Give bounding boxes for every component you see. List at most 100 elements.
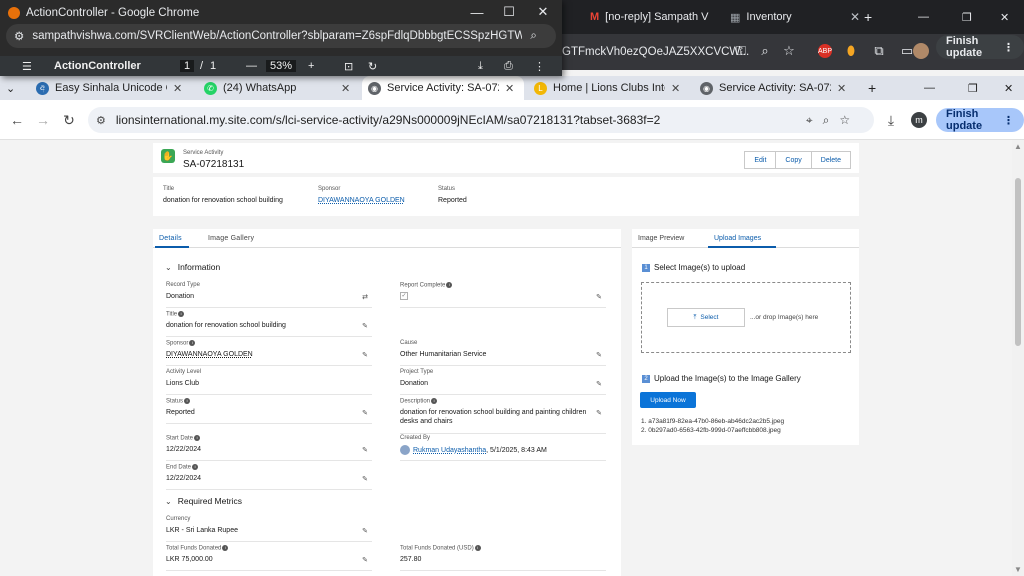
minimize-icon[interactable]: — [462, 2, 492, 22]
created-by-link[interactable]: Rukman Udayashantha [413, 447, 486, 454]
info-icon[interactable]: i [431, 398, 438, 404]
image-dropzone[interactable]: ⤒ Select ...or drop Image(s) here [641, 282, 851, 353]
popup-address-bar[interactable]: ⚙ sampathvishwa.com/SVRClientWeb/ActionC… [6, 24, 556, 48]
edit-pencil-icon[interactable]: ✎ [596, 409, 602, 417]
info-icon[interactable]: i [184, 398, 191, 404]
zoom-icon[interactable]: ⌕ [754, 40, 776, 62]
edit-button[interactable]: Edit [744, 151, 777, 169]
background-finish-update-button[interactable]: Finish update ⋮ [936, 35, 1024, 59]
tab-details[interactable]: Details [159, 235, 182, 242]
scroll-down-icon[interactable]: ▼ [1014, 565, 1022, 574]
info-icon[interactable]: i [474, 545, 481, 551]
page-number-input[interactable]: 1 [180, 60, 195, 72]
sponsor-link[interactable]: DIYAWANNAOYA GOLDEN [318, 197, 405, 204]
edit-pencil-icon[interactable]: ✎ [596, 293, 602, 301]
zoom-level[interactable]: 53% [266, 60, 297, 72]
section-information[interactable]: ⌄ Information [165, 262, 220, 272]
tab-service-activity-active[interactable]: ◉ Service Activity: SA-0721813 ✕ [362, 76, 524, 100]
edit-pencil-icon[interactable]: ✎ [362, 322, 368, 330]
close-window-icon[interactable]: ✕ [528, 2, 558, 22]
info-icon[interactable]: i [189, 340, 196, 346]
maximize-icon[interactable]: ☐ [494, 2, 524, 22]
edit-pencil-icon[interactable]: ✎ [362, 556, 368, 564]
back-arrow-icon[interactable]: ← [6, 109, 28, 131]
close-icon[interactable]: ✕ [837, 82, 846, 95]
new-tab-icon[interactable]: + [862, 76, 882, 100]
edit-pencil-icon[interactable]: ✎ [362, 351, 368, 359]
rotate-icon[interactable]: ↻ [368, 60, 377, 73]
edit-pencil-icon[interactable]: ✎ [596, 351, 602, 359]
finish-update-button[interactable]: Finish update ⋮ [936, 108, 1024, 132]
select-files-button[interactable]: ⤒ Select [667, 308, 745, 327]
bookmark-star-icon[interactable]: ☆ [778, 40, 800, 62]
close-icon[interactable]: ✕ [505, 82, 514, 95]
sponsor-link[interactable]: DIYAWANNAOYA GOLDEN [166, 350, 253, 359]
download-icon[interactable]: ⤓ [880, 109, 902, 131]
zoom-in-icon[interactable]: + [308, 60, 314, 72]
close-icon[interactable]: ✕ [173, 82, 182, 95]
bookmark-star-icon[interactable]: ☆ [839, 113, 850, 127]
scrollbar-thumb[interactable] [1015, 178, 1021, 346]
zoom-icon[interactable]: ⌕ [823, 113, 830, 128]
edit-pencil-icon[interactable]: ✎ [362, 409, 368, 417]
tab-whatsapp[interactable]: ✆ (24) WhatsApp ✕ [198, 76, 360, 100]
edit-pencil-icon[interactable]: ✎ [596, 380, 602, 388]
forward-arrow-icon[interactable]: → [32, 109, 54, 131]
print-icon[interactable]: ⎙ [504, 60, 513, 73]
page-total: 1 [210, 60, 217, 72]
edit-pencil-icon[interactable]: ✎ [362, 475, 368, 483]
tab-image-gallery[interactable]: Image Gallery [208, 235, 254, 242]
info-icon[interactable]: i [446, 282, 453, 288]
zoom-out-icon[interactable]: — [246, 60, 257, 72]
fit-page-icon[interactable]: ⊡ [344, 60, 353, 73]
menu-icon[interactable]: ☰ [22, 60, 32, 73]
delete-button[interactable]: Delete [811, 151, 851, 169]
profile-avatar[interactable]: m [908, 109, 930, 131]
zoom-icon[interactable]: ⌕ [530, 30, 536, 43]
info-icon[interactable]: i [192, 464, 199, 470]
extensions-puzzle-icon[interactable]: ⧉ [868, 40, 890, 62]
close-window-icon[interactable]: ✕ [998, 76, 1022, 100]
section-required-metrics[interactable]: ⌄ Required Metrics [165, 496, 242, 506]
download-icon[interactable]: ⤓ [478, 60, 483, 73]
extension-icon[interactable]: ⬮ [840, 40, 862, 62]
close-icon[interactable]: ✕ [671, 82, 680, 95]
edit-pencil-icon[interactable]: ✎ [362, 446, 368, 454]
tab-service-activity-2[interactable]: ◉ Service Activity: SA-0720180 ✕ [694, 76, 856, 100]
info-icon[interactable]: i [178, 311, 185, 317]
tab-image-preview[interactable]: Image Preview [638, 235, 684, 242]
edit-pencil-icon[interactable]: ✎ [362, 527, 368, 535]
minimize-icon[interactable]: — [918, 6, 929, 28]
tab-lions-home[interactable]: L Home | Lions Clubs Internati ✕ [528, 76, 690, 100]
globe-icon: ◉ [700, 81, 713, 95]
info-icon[interactable]: i [194, 435, 201, 441]
background-tab-inventory[interactable]: ▦ Inventory ✕ [730, 6, 860, 28]
copy-button[interactable]: Copy [776, 151, 812, 169]
site-settings-icon[interactable]: ⚙ [14, 29, 24, 43]
avatar[interactable] [910, 40, 932, 62]
change-record-type-icon[interactable]: ⇄ [362, 293, 368, 301]
tab-upload-images[interactable]: Upload Images [714, 235, 761, 242]
scroll-up-icon[interactable]: ▲ [1014, 142, 1022, 151]
minimize-icon[interactable]: — [918, 76, 942, 100]
site-settings-icon[interactable]: ⚙ [96, 114, 106, 127]
close-window-icon[interactable]: ✕ [1000, 6, 1009, 28]
location-icon[interactable]: ⌖ [806, 113, 813, 128]
more-vert-icon[interactable]: ⋮ [534, 60, 545, 73]
reload-icon[interactable]: ↻ [58, 109, 80, 131]
background-tab-gmail[interactable]: M [no-reply] Sampath V ✕ [590, 6, 720, 28]
restore-icon[interactable]: ❐ [962, 6, 972, 28]
tab-sinhala-unicode[interactable]: අ Easy Sinhala Unicode Conve ✕ [30, 76, 196, 100]
address-bar[interactable]: ⚙ lionsinternational.my.site.com/s/lci-s… [88, 107, 874, 133]
adblock-icon[interactable]: ABP [814, 40, 836, 62]
new-tab-icon[interactable]: + [864, 6, 872, 28]
close-icon[interactable]: ✕ [850, 10, 860, 24]
info-icon[interactable]: i [222, 545, 229, 551]
password-key-icon[interactable]: ⚿ [730, 40, 752, 62]
tab-search-icon[interactable]: ⌄ [0, 76, 24, 100]
page-scrollbar[interactable]: ▲ ▼ [1012, 140, 1024, 576]
upload-now-button[interactable]: Upload Now [640, 392, 696, 408]
url-text: lionsinternational.my.site.com/s/lci-ser… [115, 113, 661, 127]
close-icon[interactable]: ✕ [341, 82, 350, 95]
restore-icon[interactable]: ❐ [962, 76, 986, 100]
